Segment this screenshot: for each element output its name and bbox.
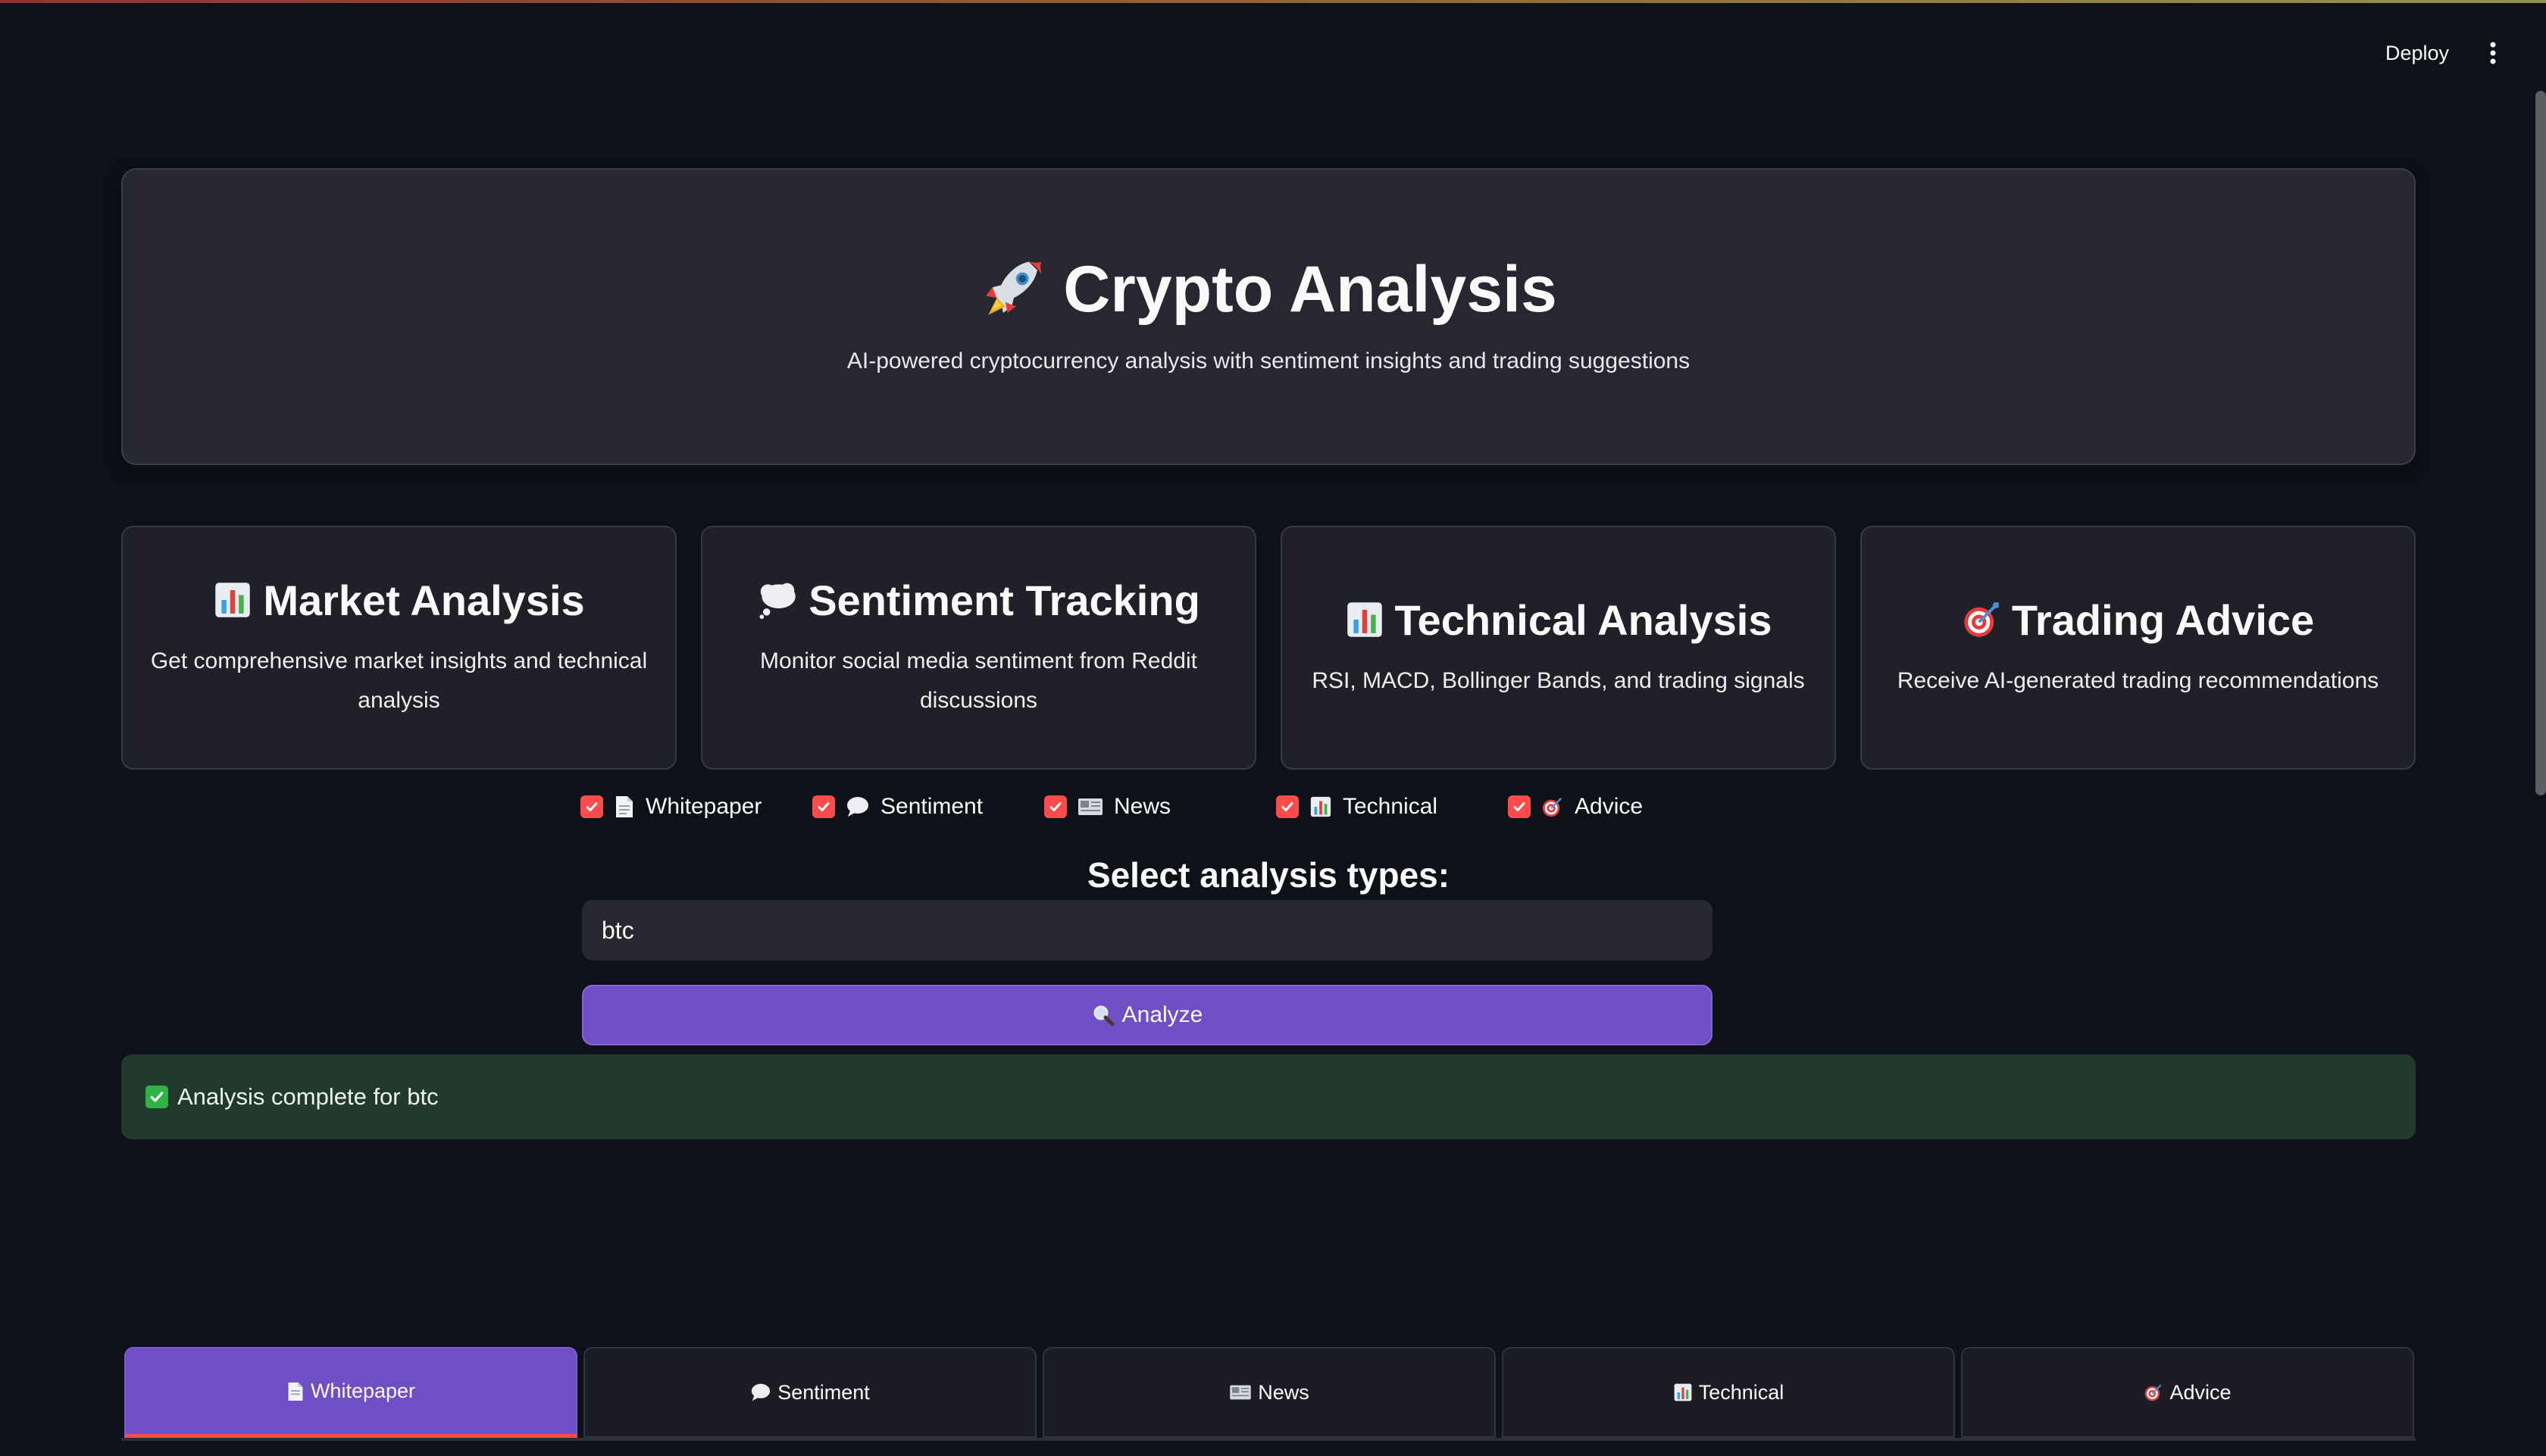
tab-advice[interactable]: Advice	[1961, 1347, 2414, 1438]
checkbox-checked[interactable]	[1044, 795, 1067, 818]
feature-card-description: Monitor social media sentiment from Redd…	[760, 648, 1197, 713]
rocket-icon	[986, 261, 1042, 315]
bar-chart-icon	[215, 583, 251, 617]
bar-chart-icon	[1674, 1383, 1692, 1401]
tab-sentiment[interactable]: Sentiment	[583, 1347, 1037, 1438]
feature-card-description: RSI, MACD, Bollinger Bands, and trading …	[1312, 667, 1805, 693]
page-scrollbar[interactable]	[2535, 91, 2546, 795]
magnifier-icon	[1093, 1005, 1115, 1026]
feature-card-title: Market Analysis	[213, 576, 585, 625]
newspaper-icon	[1230, 1385, 1251, 1400]
feature-card-market-analysis: Market Analysis Get comprehensive market…	[121, 526, 677, 770]
bar-chart-icon	[1310, 796, 1331, 817]
analysis-types-heading: Select analysis types:	[1087, 855, 1450, 895]
document-icon	[616, 796, 633, 817]
newspaper-icon	[1078, 798, 1103, 815]
target-icon	[1542, 797, 1562, 817]
bar-chart-icon	[1347, 602, 1382, 637]
check-mark-icon	[145, 1086, 168, 1108]
checkbox-checked[interactable]	[812, 795, 835, 818]
kebab-menu-icon	[2490, 42, 2496, 64]
checkbox-advice[interactable]: Advice	[1508, 794, 1740, 820]
feature-card-title: Sentiment Tracking	[757, 576, 1200, 625]
deploy-button[interactable]: Deploy	[2373, 36, 2461, 70]
result-tabs: Whitepaper Sentiment News Technical Advi…	[124, 1347, 2414, 1438]
checkbox-sentiment[interactable]: Sentiment	[812, 794, 1044, 820]
checkbox-news[interactable]: News	[1044, 794, 1276, 820]
target-icon	[1964, 602, 1999, 637]
feature-card-title: Trading Advice	[1962, 595, 2314, 645]
speech-bubble-icon	[847, 797, 868, 817]
tab-whitepaper[interactable]: Whitepaper	[124, 1347, 577, 1438]
success-alert-text: Analysis complete for btc	[177, 1083, 439, 1110]
checkmark-icon	[1281, 802, 1293, 811]
checkbox-checked[interactable]	[580, 795, 603, 818]
feature-card-description: Get comprehensive market insights and te…	[150, 648, 648, 713]
page-title-text: Crypto Analysis	[1063, 252, 1557, 326]
analysis-type-checkboxes: Whitepaper Sentiment News Technical Advi…	[580, 794, 1740, 820]
tab-news[interactable]: News	[1043, 1347, 1496, 1438]
checkbox-checked[interactable]	[1508, 795, 1531, 818]
page-title: Crypto Analysis	[980, 252, 1557, 327]
feature-cards: Market Analysis Get comprehensive market…	[121, 526, 2416, 770]
app-header: Deploy	[0, 0, 2546, 91]
crypto-symbol-input[interactable]	[582, 900, 1712, 961]
document-icon	[288, 1382, 303, 1401]
success-alert: Analysis complete for btc	[121, 1055, 2416, 1139]
feature-card-technical-analysis: Technical Analysis RSI, MACD, Bollinger …	[1281, 526, 1836, 770]
hero-banner: Crypto Analysis AI-powered cryptocurrenc…	[121, 168, 2416, 465]
feature-card-sentiment-tracking: Sentiment Tracking Monitor social media …	[701, 526, 1256, 770]
feature-card-title: Technical Analysis	[1345, 595, 1772, 645]
checkmark-icon	[1513, 802, 1525, 811]
tab-strip-divider	[121, 1438, 2416, 1441]
speech-bubble-icon	[752, 1383, 771, 1401]
checkmark-icon	[818, 802, 830, 811]
target-icon	[2145, 1384, 2162, 1401]
tab-technical[interactable]: Technical	[1502, 1347, 1955, 1438]
page-subtitle: AI-powered cryptocurrency analysis with …	[846, 348, 1691, 373]
main-menu-button[interactable]	[2476, 36, 2510, 70]
checkbox-checked[interactable]	[1276, 795, 1299, 818]
checkbox-technical[interactable]: Technical	[1276, 794, 1508, 820]
checkmark-icon	[1049, 802, 1062, 811]
checkbox-whitepaper[interactable]: Whitepaper	[580, 794, 812, 820]
checkmark-icon	[586, 802, 598, 811]
main-content: Crypto Analysis AI-powered cryptocurrenc…	[121, 168, 2416, 895]
analyze-button[interactable]: Analyze	[582, 985, 1712, 1045]
feature-card-trading-advice: Trading Advice Receive AI-generated trad…	[1860, 526, 2416, 770]
feature-card-description: Receive AI-generated trading recommendat…	[1897, 667, 2379, 693]
thought-bubble-icon	[759, 583, 796, 620]
